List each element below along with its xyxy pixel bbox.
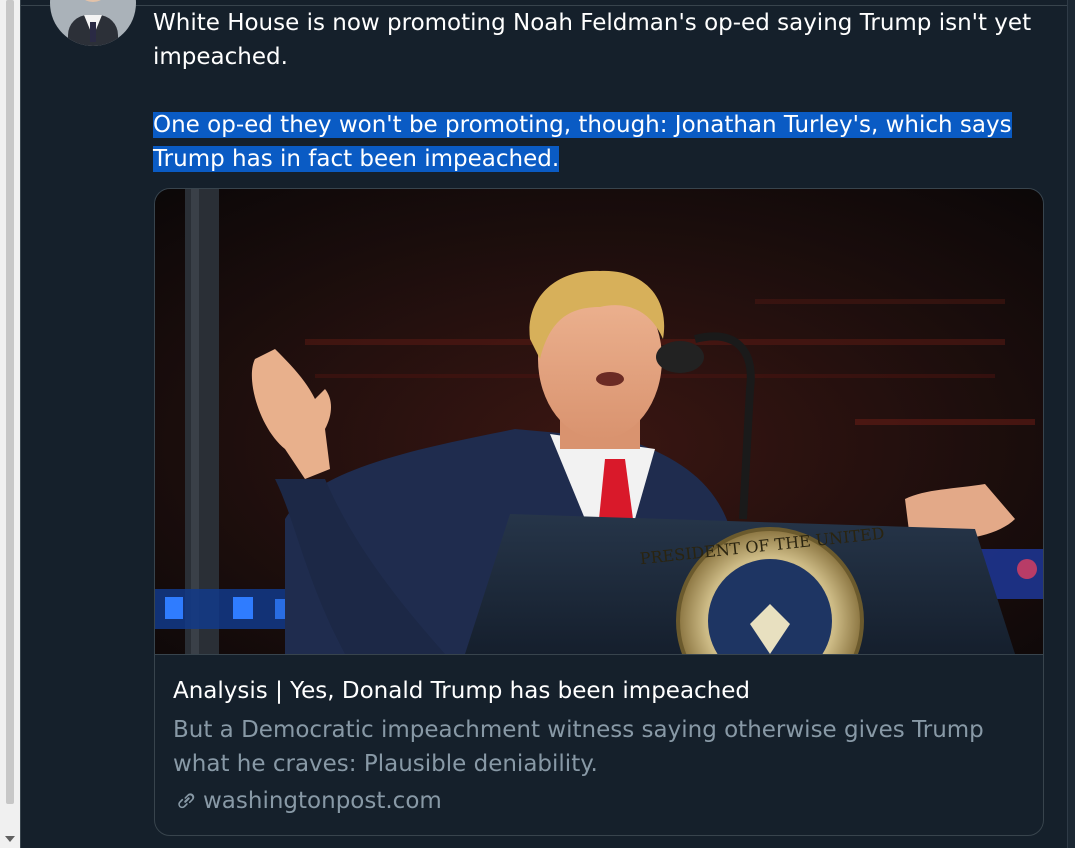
selected-text: One op-ed they won't be promoting, thoug… xyxy=(153,112,1012,172)
scrollbar-thumb[interactable] xyxy=(6,0,14,804)
avatar-face xyxy=(75,0,111,2)
link-preview-card[interactable]: PRESIDENT OF THE UNITED Analysis | Yes, … xyxy=(154,188,1044,836)
vertical-scrollbar[interactable] xyxy=(0,0,21,848)
tweet-text-paragraph-1: White House is now promoting Noah Feldma… xyxy=(153,10,1032,70)
avatar[interactable] xyxy=(50,0,136,46)
browser-window: White House is now promoting Noah Feldma… xyxy=(0,0,1075,848)
avatar-tie xyxy=(90,22,96,42)
card-domain-text: washingtonpost.com xyxy=(203,788,442,814)
card-image[interactable]: PRESIDENT OF THE UNITED xyxy=(155,189,1043,654)
card-divider xyxy=(155,654,1043,655)
tweet[interactable]: White House is now promoting Noah Feldma… xyxy=(20,0,1069,848)
scroll-down-arrow-icon[interactable] xyxy=(5,836,15,842)
card-title[interactable]: Analysis | Yes, Donald Trump has been im… xyxy=(173,676,1023,706)
tweet-text-paragraph-2: One op-ed they won't be promoting, thoug… xyxy=(153,108,1033,176)
link-icon xyxy=(178,793,195,809)
right-window-edge xyxy=(1067,0,1075,848)
card-domain[interactable]: washingtonpost.com xyxy=(173,786,442,816)
card-description: But a Democratic impeachment witness say… xyxy=(173,717,984,777)
tweet-text: White House is now promoting Noah Feldma… xyxy=(153,6,1033,176)
